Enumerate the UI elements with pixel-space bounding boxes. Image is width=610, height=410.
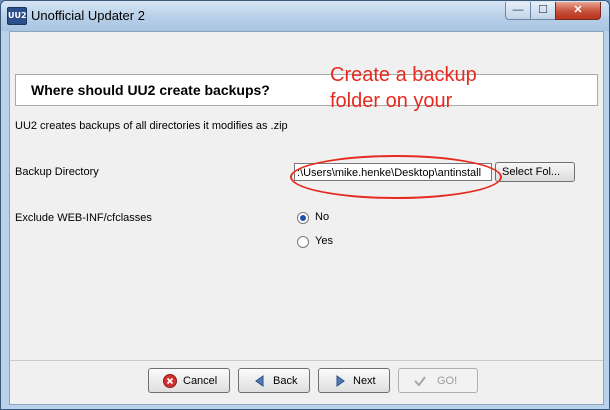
footer-separator	[10, 360, 603, 361]
annotation-line-2: folder on your	[330, 90, 453, 112]
check-icon	[414, 376, 426, 387]
cancel-icon	[163, 374, 177, 388]
select-folder-button[interactable]: Select Fol...	[495, 162, 575, 182]
back-label: Back	[273, 375, 298, 387]
close-button[interactable]: ✕	[555, 2, 601, 20]
radio-no-label[interactable]: No	[315, 211, 329, 223]
arrow-right-icon	[336, 375, 345, 387]
next-button[interactable]: Next	[318, 368, 390, 393]
arrow-left-icon	[255, 375, 264, 387]
back-button[interactable]: Back	[238, 368, 310, 393]
step-description: UU2 creates backups of all directories i…	[15, 120, 288, 132]
annotation-line-1: Create a backup	[330, 64, 477, 86]
step-title: Where should UU2 create backups?	[31, 82, 270, 98]
radio-yes[interactable]	[297, 236, 309, 248]
cancel-button[interactable]: Cancel	[148, 368, 230, 393]
cancel-label: Cancel	[183, 375, 218, 387]
window-title: Unofficial Updater 2	[31, 8, 145, 23]
radio-yes-label[interactable]: Yes	[315, 235, 333, 247]
radio-no[interactable]	[297, 212, 309, 224]
wizard-content: Where should UU2 create backups? UU2 cre…	[9, 31, 604, 405]
go-button[interactable]: GO!	[398, 368, 478, 393]
next-label: Next	[353, 375, 376, 387]
go-label: GO!	[437, 375, 458, 387]
backup-directory-label: Backup Directory	[15, 166, 99, 178]
minimize-button[interactable]: —	[505, 2, 531, 20]
title-bar[interactable]: UU2 Unofficial Updater 2 — ☐ ✕	[1, 1, 609, 31]
annotation-ellipse	[290, 155, 502, 199]
annotation-text: Create a backup folder on your	[330, 62, 530, 114]
app-window: UU2 Unofficial Updater 2 — ☐ ✕ Where sho…	[0, 0, 610, 410]
app-logo-icon: UU2	[7, 7, 27, 25]
exclude-label: Exclude WEB-INF/cfclasses	[15, 212, 152, 224]
maximize-button[interactable]: ☐	[530, 2, 556, 20]
